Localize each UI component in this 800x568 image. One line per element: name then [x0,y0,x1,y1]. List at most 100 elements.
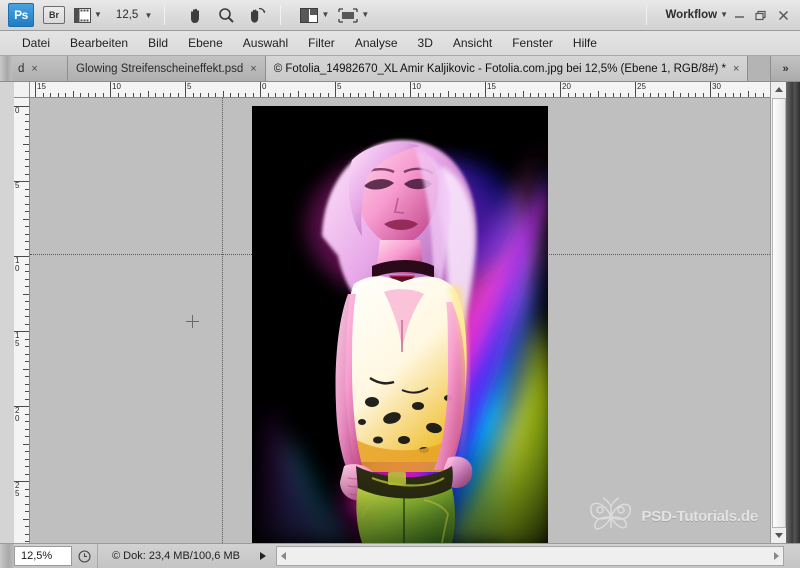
ruler-tick [25,383,29,385]
ruler-tick [25,196,29,197]
toolbar-divider-2 [280,5,282,25]
zoom-tool[interactable] [215,4,237,26]
restore-button[interactable] [750,4,772,26]
ruler-tick [25,496,29,497]
menu-ebene[interactable]: Ebene [178,31,233,55]
document-tab-fotolia-active[interactable]: © Fotolia_14982670_XL Amir Kaljikovic - … [265,56,749,81]
menu-3d[interactable]: 3D [408,31,443,55]
status-expand-button[interactable] [254,544,272,568]
tab-overflow-button[interactable]: » [770,56,800,81]
menu-ansicht[interactable]: Ansicht [443,31,502,55]
ruler-tick [215,93,216,97]
close-icon[interactable]: × [733,63,739,75]
ruler-tick [665,93,666,97]
menu-filter[interactable]: Filter [298,31,345,55]
scroll-left-icon[interactable] [280,552,286,560]
ruler-tick [25,511,29,512]
minimize-icon [734,15,744,18]
ruler-tick [117,93,119,97]
screen-mode-button[interactable]: ▼ [338,4,369,26]
chevron-down-icon[interactable]: ▼ [361,11,369,19]
ruler-label: 30 [712,82,721,91]
ruler-tick [25,466,29,467]
hand-tool[interactable] [184,4,206,26]
bridge-button[interactable]: Br [43,4,65,26]
ruler-tick [23,518,29,520]
scroll-right-icon[interactable] [774,552,779,560]
ruler-tick [25,361,29,362]
ruler-tick [25,526,29,527]
zoom-level-dropdown[interactable]: 12,5 ▼ [116,9,153,21]
watermark-text: PSD-Tutorials.de [641,507,758,525]
menu-fenster[interactable]: Fenster [502,31,563,55]
vertical-scroll-thumb[interactable] [772,98,786,528]
ruler-tick [627,93,629,97]
panel-dock-grip[interactable] [786,82,800,568]
ruler-tick [560,82,561,97]
menu-auswahl[interactable]: Auswahl [233,31,298,55]
ruler-tick [25,346,29,347]
zoom-percent-field[interactable]: 12,5% [14,546,72,566]
vertical-scrollbar[interactable] [770,82,786,543]
chevron-down-icon[interactable]: ▼ [94,11,102,19]
workflow-menu[interactable]: Workflow ▼ [666,4,728,26]
menu-bild[interactable]: Bild [138,31,178,55]
ruler-label: 25 [15,481,20,498]
screen-mode-icon [338,7,359,23]
glowing-stripes-artwork [252,106,548,543]
photoshop-logo-icon: Ps [8,3,34,27]
magnifier-icon [219,7,234,23]
ruler-tick [14,406,29,407]
ruler-tick [552,93,554,97]
ruler-label: 10 [412,82,421,91]
horizontal-ruler[interactable]: 15 10 5 0 5 10 15 20 25 30 [30,82,770,98]
play-triangle-icon [259,552,266,560]
close-icon[interactable]: × [31,63,37,75]
ruler-tick [230,93,231,97]
document-tab-glowing-streifenscheineffekt[interactable]: Glowing Streifenscheineffekt.psd × [68,56,266,81]
rotate-view-tool[interactable] [246,4,268,26]
ruler-label: 20 [15,406,20,423]
chevron-down-icon[interactable]: ▼ [145,11,153,20]
ruler-tick [657,93,659,97]
ruler-tick [417,93,419,97]
menu-datei[interactable]: Datei [12,31,60,55]
ruler-tick [335,82,336,97]
ruler-tick [23,368,29,370]
ruler-label: 25 [637,82,646,91]
status-menu-button[interactable] [72,544,98,568]
ruler-corner[interactable] [14,82,30,98]
ruler-tick [755,93,756,97]
minimize-button[interactable] [728,4,750,26]
ruler-tick [177,93,179,97]
menu-bearbeiten[interactable]: Bearbeiten [60,31,138,55]
document-image[interactable] [252,106,548,543]
chevron-down-icon[interactable]: ▼ [321,11,329,19]
mini-bridge-button[interactable]: ▼ [74,4,102,26]
ruler-tick [252,93,254,97]
menu-analyse[interactable]: Analyse [345,31,408,55]
canvas-area[interactable]: PSD-Tutorials.de [30,98,770,543]
close-button[interactable] [772,4,794,26]
close-icon[interactable]: × [250,63,256,75]
ruler-tick [567,93,569,97]
workflow-label: Workflow [665,9,718,21]
scroll-up-icon[interactable] [775,87,783,92]
ruler-tick [305,93,306,97]
ruler-tick [23,143,29,145]
toolbar-divider [164,5,166,25]
document-tab-clipped[interactable]: d × [12,56,68,81]
ruler-tick [282,93,284,97]
horizontal-scrollbar[interactable] [275,546,784,566]
menu-hilfe[interactable]: Hilfe [563,31,607,55]
scroll-down-icon[interactable] [775,533,783,538]
chevron-down-icon[interactable]: ▼ [720,11,728,19]
ruler-tick [25,113,29,115]
ruler-tick [25,128,29,130]
vertical-ruler[interactable]: 0 5 10 15 20 25 [14,98,30,543]
photoshop-window: Ps Br ▼ 12,5 ▼ ▼ ▼ Workflow ▼ Datei Bear… [0,0,800,568]
arrange-documents-button[interactable]: ▼ [300,4,329,26]
ruler-tick [440,93,441,97]
ruler-label: 15 [37,82,46,91]
ruler-tick [680,93,681,97]
